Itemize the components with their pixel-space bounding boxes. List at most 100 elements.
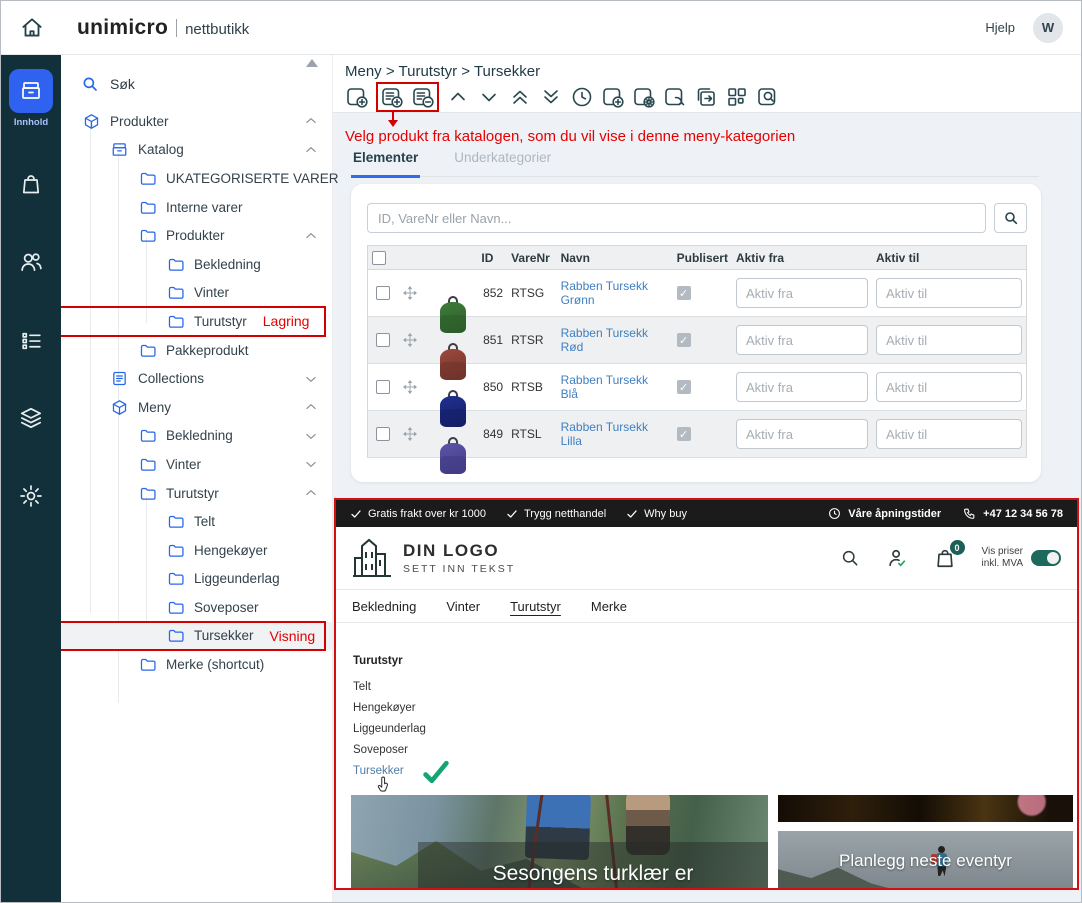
tree-search[interactable]: Søk	[61, 55, 332, 107]
tree-item-pakkeprodukt[interactable]: Pakkeprodukt	[61, 336, 332, 365]
chevron-down-icon[interactable]	[304, 372, 318, 386]
row-checkbox[interactable]	[376, 286, 390, 300]
search-input[interactable]	[367, 203, 986, 233]
tree-item-meny[interactable]: Meny	[61, 393, 332, 422]
storefront-nav-vinter[interactable]: Vinter	[446, 599, 480, 614]
grid-view-icon[interactable]	[725, 85, 749, 109]
scroll-up-icon[interactable]	[306, 59, 318, 67]
chevron-up-icon[interactable]	[304, 486, 318, 500]
remove-list-item-icon[interactable]	[411, 85, 435, 109]
tree-item-bekledning[interactable]: Bekledning	[61, 422, 332, 451]
add-folder-icon[interactable]	[601, 85, 625, 109]
storefront-cart-icon[interactable]: 0	[934, 547, 956, 569]
tree-item-turutstyr[interactable]: Turutstyr	[61, 479, 332, 508]
aktiv-til-input[interactable]	[876, 419, 1022, 449]
aktiv-til-input[interactable]	[876, 372, 1022, 402]
move-top-icon[interactable]	[508, 85, 532, 109]
storefront-nav-turutstyr[interactable]: Turutstyr	[510, 599, 561, 614]
chevron-up-icon[interactable]	[304, 400, 318, 414]
tree-item-tursekker[interactable]: TursekkerVisning	[61, 622, 332, 651]
row-checkbox[interactable]	[376, 427, 390, 441]
price-toggle[interactable]: Vis priser inkl. MVA	[982, 546, 1062, 571]
dropdown-item-liggeunderlag[interactable]: Liggeunderlag	[353, 723, 426, 735]
published-checkbox[interactable]: ✓	[677, 427, 691, 441]
opening-hours[interactable]: Våre åpningstider	[828, 507, 941, 520]
copy-move-icon[interactable]	[694, 85, 718, 109]
aktiv-til-input[interactable]	[876, 278, 1022, 308]
rail-item-innhold[interactable]: Innhold	[9, 69, 53, 128]
tree-item-katalog[interactable]: Katalog	[61, 136, 332, 165]
dropdown-item-tursekker[interactable]: Tursekker	[353, 765, 404, 777]
drag-move-icon[interactable]	[402, 426, 425, 442]
search-button[interactable]	[994, 203, 1027, 233]
rail-item-gear-icon[interactable]	[9, 474, 53, 518]
aktiv-fra-input[interactable]	[736, 372, 868, 402]
history-clock-icon[interactable]	[570, 85, 594, 109]
add-list-item-icon[interactable]	[380, 85, 404, 109]
published-checkbox[interactable]: ✓	[677, 286, 691, 300]
hero-banner-right-top[interactable]	[778, 795, 1073, 822]
published-checkbox[interactable]: ✓	[677, 333, 691, 347]
tree-item-hengek-yer[interactable]: Hengekøyer	[61, 536, 332, 565]
tree-item-telt[interactable]: Telt	[61, 507, 332, 536]
chevron-up-icon[interactable]	[304, 114, 318, 128]
toggle-switch-icon[interactable]	[1031, 550, 1061, 566]
hero-banner-left[interactable]: Sesongens turklær er	[351, 795, 768, 890]
user-avatar[interactable]: W	[1033, 13, 1063, 43]
tree-item-soveposer[interactable]: Soveposer	[61, 593, 332, 622]
aktiv-til-input[interactable]	[876, 325, 1022, 355]
aktiv-fra-input[interactable]	[736, 325, 868, 355]
tree-item-bekledning[interactable]: Bekledning	[61, 250, 332, 279]
select-all-checkbox[interactable]	[372, 251, 386, 265]
rail-item-layers-icon[interactable]	[9, 396, 53, 440]
storefront-search-icon[interactable]	[840, 548, 860, 568]
rail-item-shopping-bag-icon[interactable]	[9, 162, 53, 206]
tree-item-liggeunderlag[interactable]: Liggeunderlag	[61, 565, 332, 594]
aktiv-fra-input[interactable]	[736, 278, 868, 308]
move-down-icon[interactable]	[477, 85, 501, 109]
storefront-nav-bekledning[interactable]: Bekledning	[352, 599, 416, 614]
storefront-account-icon[interactable]	[886, 547, 908, 569]
home-icon[interactable]	[17, 13, 47, 43]
tree-item-produkter[interactable]: Produkter	[61, 221, 332, 250]
chevron-up-icon[interactable]	[304, 229, 318, 243]
aktiv-fra-input[interactable]	[736, 419, 868, 449]
rail-item-bullet-list-icon[interactable]	[9, 318, 53, 362]
help-link[interactable]: Hjelp	[985, 20, 1015, 35]
tree-item-merke-shortcut-[interactable]: Merke (shortcut)	[61, 650, 332, 679]
published-checkbox[interactable]: ✓	[677, 380, 691, 394]
tree-item-vinter[interactable]: Vinter	[61, 279, 332, 308]
tree-item-ukategoriserte-varer[interactable]: UKATEGORISERTE VARER	[61, 164, 332, 193]
export-folder-icon[interactable]	[663, 85, 687, 109]
chevron-down-icon[interactable]	[304, 429, 318, 443]
dropdown-item-hengekøyer[interactable]: Hengekøyer	[353, 702, 416, 714]
product-name-link[interactable]: Rabben Tursekk Rød	[561, 326, 648, 354]
dropdown-item-telt[interactable]: Telt	[353, 681, 371, 693]
drag-move-icon[interactable]	[402, 285, 425, 301]
tree-item-vinter[interactable]: Vinter	[61, 450, 332, 479]
phone-number[interactable]: +47 12 34 56 78	[963, 507, 1063, 520]
drag-move-icon[interactable]	[402, 379, 425, 395]
tree-item-collections[interactable]: Collections	[61, 364, 332, 393]
storefront-nav-merke[interactable]: Merke	[591, 599, 627, 614]
product-name-link[interactable]: Rabben Tursekk Blå	[561, 373, 648, 401]
move-up-icon[interactable]	[446, 85, 470, 109]
hero-banner-right-bottom[interactable]: Planlegg neste eventyr	[778, 831, 1073, 890]
tab-underkategorier[interactable]: Underkategorier	[452, 150, 553, 176]
tree-item-turutstyr[interactable]: TurutstyrLagring	[61, 307, 332, 336]
move-bottom-icon[interactable]	[539, 85, 563, 109]
tab-elementer[interactable]: Elementer	[351, 150, 420, 178]
chevron-up-icon[interactable]	[304, 143, 318, 157]
storefront-logo[interactable]: DIN LOGO SETT INN TEKST	[352, 536, 515, 580]
add-page-icon[interactable]	[345, 85, 369, 109]
dropdown-item-soveposer[interactable]: Soveposer	[353, 744, 408, 756]
product-name-link[interactable]: Rabben Tursekk Lilla	[561, 420, 648, 448]
rail-item-users-icon[interactable]	[9, 240, 53, 284]
chevron-down-icon[interactable]	[304, 457, 318, 471]
row-checkbox[interactable]	[376, 333, 390, 347]
preview-search-icon[interactable]	[756, 85, 780, 109]
tree-item-produkter[interactable]: Produkter	[61, 107, 332, 136]
tree-item-interne-varer[interactable]: Interne varer	[61, 193, 332, 222]
drag-move-icon[interactable]	[402, 332, 425, 348]
folder-settings-icon[interactable]	[632, 85, 656, 109]
